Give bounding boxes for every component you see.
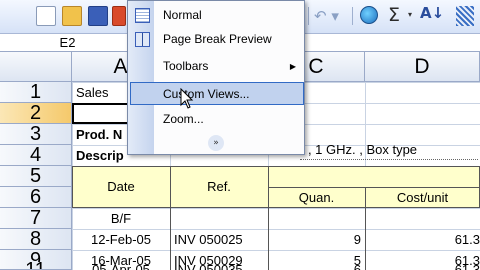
row-header-7[interactable]: 7 [0,208,72,229]
expand-menu-chevron-icon[interactable]: » [208,135,224,151]
permission-icon[interactable] [112,6,126,26]
menu-item-label: Toolbars [163,59,209,73]
table-cell-quan[interactable]: 6 [268,262,361,270]
submenu-arrow-icon: ▶ [289,62,296,71]
description-value[interactable]: r , 1 GHz. , Box type [300,139,478,160]
menu-item-normal[interactable]: Normal [130,4,304,27]
research-icon[interactable] [360,6,378,24]
row-header-2[interactable]: 2 [0,103,72,124]
table-cell-date[interactable]: 12-Feb-05 [72,229,170,250]
row-header-5[interactable]: 5 [0,166,72,187]
open-icon[interactable] [62,6,82,26]
column-header-d[interactable]: D [365,52,480,82]
view-menu: Normal Page Break Preview Toolbars ▶ Cus… [127,0,305,155]
menu-item-label: Normal [163,8,202,22]
undo-icon[interactable]: ↶ ▾ [314,6,344,26]
header-cost: Cost/unit [396,190,449,205]
table-cell-date[interactable]: 05-Apr-05 [72,262,170,270]
page-break-preview-icon [135,32,150,47]
header-quan: Quan. [298,190,335,205]
row-header-4[interactable]: 4 [0,145,72,166]
autosum-icon[interactable]: Σ [388,4,400,26]
row-header-3[interactable]: 3 [0,124,72,145]
row-header-6[interactable]: 6 [0,187,72,208]
menu-item-label: Zoom... [163,112,204,126]
toolbar-separator [308,7,309,25]
table-cell-quan[interactable]: 9 [268,229,361,250]
chart-wizard-icon[interactable] [456,6,474,26]
menu-item-label: Custom Views... [163,87,250,101]
select-all-corner[interactable] [0,52,72,82]
menu-item-toolbars[interactable]: Toolbars ▶ [130,55,304,78]
autosum-dropdown-icon[interactable]: ▾ [408,10,412,19]
row-header-1[interactable]: 1 [0,82,72,103]
table-cell-date[interactable]: B/F [72,208,170,229]
menu-item-zoom[interactable]: Zoom... [130,108,304,131]
toolbar-separator [352,7,353,25]
menu-item-page-break-preview[interactable]: Page Break Preview [130,28,304,51]
mouse-cursor-icon [180,88,194,109]
row-header-8[interactable]: 8 [0,229,72,250]
name-box[interactable]: E2 [0,35,135,51]
header-date: Date [107,179,135,194]
table-cell-cost[interactable]: 61.3 [365,262,480,270]
new-icon[interactable] [36,6,56,26]
table-cell-ref[interactable]: INV 050025 [174,229,268,250]
menu-item-custom-views[interactable]: Custom Views... [130,82,304,105]
header-ref: Ref. [207,179,231,194]
table-cell-ref[interactable]: INV 050035 [174,262,268,270]
row-header-11[interactable]: 11 [0,262,72,270]
normal-view-icon [135,8,150,23]
menu-item-label: Page Break Preview [163,32,272,46]
save-icon[interactable] [88,6,108,26]
table-cell-cost[interactable]: 61.3 [365,229,480,250]
sort-ascending-icon[interactable]: A↓ [420,4,444,22]
